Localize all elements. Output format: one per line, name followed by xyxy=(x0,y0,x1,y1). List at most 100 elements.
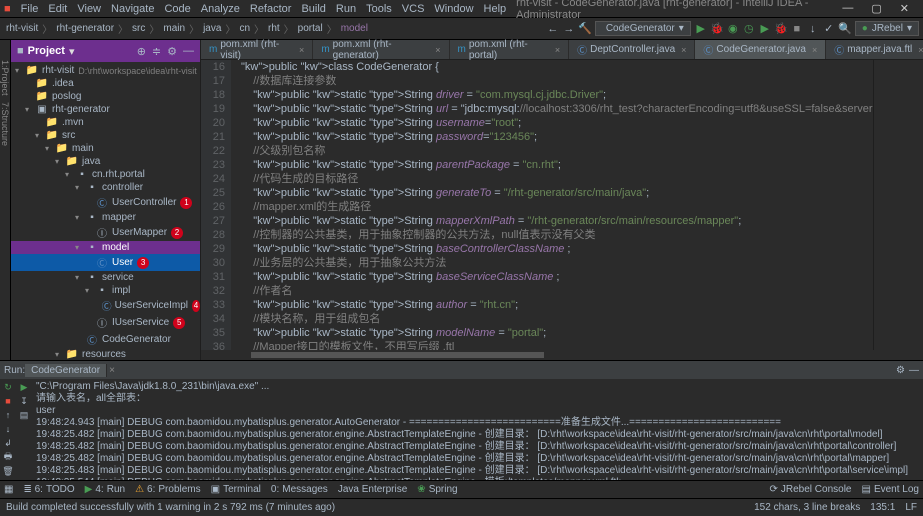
tree-item[interactable]: ⒸUserServiceImpl4 xyxy=(11,297,200,314)
filter-icon[interactable]: ▤ xyxy=(18,409,30,421)
jrebel-run-icon[interactable]: ▶ xyxy=(759,23,771,35)
editor-tab[interactable]: ⒸDeptController.java× xyxy=(569,40,695,59)
editor-tab[interactable]: ⒸCodeGenerator.java× xyxy=(695,40,826,59)
coverage-icon[interactable]: ◉ xyxy=(727,23,739,35)
gear-icon[interactable]: ⚙ xyxy=(167,45,177,58)
tab-close-icon[interactable]: × xyxy=(109,365,115,376)
tab-close-icon[interactable]: × xyxy=(555,45,560,55)
tw-gear-icon[interactable]: ⚙ xyxy=(896,365,905,376)
tree-item[interactable]: ▾📁java xyxy=(11,155,200,168)
tree-item[interactable]: ▾📁src xyxy=(11,129,200,142)
menu-run[interactable]: Run xyxy=(336,3,356,15)
run-icon[interactable]: ▶ xyxy=(695,23,707,35)
tree-item[interactable]: ▾▣rht-generator xyxy=(11,103,200,116)
collapse-icon[interactable]: ≑ xyxy=(152,45,161,58)
print-icon[interactable]: 🖶 xyxy=(2,451,14,463)
back-icon[interactable]: ← xyxy=(547,23,559,35)
structure-tab[interactable]: 7:Structure xyxy=(0,102,10,146)
menu-window[interactable]: Window xyxy=(434,3,473,15)
scroll-icon[interactable]: ↧ xyxy=(18,395,30,407)
tree-item[interactable]: 📁.idea xyxy=(11,77,200,90)
tree-item[interactable]: ▾📁resources xyxy=(11,348,200,360)
stop-icon[interactable]: ■ xyxy=(791,23,803,35)
editor-tab[interactable]: mpom.xml (rht-generator)× xyxy=(313,40,449,59)
tw-hide-icon[interactable]: — xyxy=(909,365,919,376)
editor-tab[interactable]: mpom.xml (rht-visit)× xyxy=(201,40,313,59)
maximize-icon[interactable]: ▢ xyxy=(871,2,881,15)
tree-item[interactable]: ▾▪controller xyxy=(11,181,200,194)
tree-item[interactable]: ▾▪impl xyxy=(11,284,200,297)
code-content[interactable]: "kw">public "kw">class CodeGenerator { /… xyxy=(231,60,873,350)
select-open-icon[interactable]: ⊕ xyxy=(137,45,146,58)
tree-root[interactable]: ▾📁 rht-visit D:\rht\workspace\idea\rht-v… xyxy=(11,64,200,77)
menu-analyze[interactable]: Analyze xyxy=(201,3,240,15)
terminal-tab[interactable]: ▣ Terminal xyxy=(211,484,261,495)
tree-item[interactable]: ▾▪mapper xyxy=(11,211,200,224)
tree-item[interactable]: ▾▪cn.rht.portal xyxy=(11,168,200,181)
up-icon[interactable]: ↑ xyxy=(2,409,14,421)
hammer-icon[interactable]: 🔨 xyxy=(579,23,591,35)
project-tree[interactable]: ▾📁 rht-visit D:\rht\workspace\idea\rht-v… xyxy=(11,62,200,360)
tab-close-icon[interactable]: × xyxy=(812,45,817,55)
jrebel-debug-icon[interactable]: 🐞 xyxy=(775,23,787,35)
tree-item[interactable]: ⒸUser3 xyxy=(11,254,200,271)
editor-tab[interactable]: mpom.xml (rht-portal)× xyxy=(450,40,570,59)
h-scrollbar[interactable] xyxy=(201,350,923,360)
rerun-icon[interactable]: ↻ xyxy=(2,381,14,393)
wrap-icon[interactable]: ↲ xyxy=(2,437,14,449)
tab-close-icon[interactable]: × xyxy=(681,45,686,55)
vcs-commit-icon[interactable]: ✓ xyxy=(823,23,835,35)
menu-edit[interactable]: Edit xyxy=(48,3,67,15)
messages-tab[interactable]: 0: Messages xyxy=(271,484,328,495)
trash-icon[interactable]: 🗑 xyxy=(2,465,14,477)
hide-icon[interactable]: — xyxy=(183,45,194,58)
tw-icon[interactable]: ▦ xyxy=(4,484,13,495)
search-icon[interactable]: 🔍 xyxy=(839,23,851,35)
jrebel-select[interactable]: ●JRebel▾ xyxy=(855,21,919,36)
play-icon[interactable]: ▶ xyxy=(18,381,30,393)
jrebel-console[interactable]: ⟳ JRebel Console xyxy=(770,484,852,495)
tree-item[interactable]: 📁.mvn xyxy=(11,116,200,129)
menu-file[interactable]: File xyxy=(21,3,39,15)
menu-code[interactable]: Code xyxy=(164,3,190,15)
todo-tab[interactable]: ≣ 6: TODO xyxy=(23,484,74,495)
menu-refactor[interactable]: Refactor xyxy=(250,3,292,15)
menu-navigate[interactable]: Navigate xyxy=(111,3,154,15)
profile-icon[interactable]: ◷ xyxy=(743,23,755,35)
menu-help[interactable]: Help xyxy=(484,3,507,15)
vcs-update-icon[interactable]: ↓ xyxy=(807,23,819,35)
project-tab[interactable]: 1:Project xyxy=(0,60,10,96)
tree-item[interactable]: 📁poslog xyxy=(11,90,200,103)
tree-item[interactable]: ⒾIUserService5 xyxy=(11,314,200,331)
tab-close-icon[interactable]: × xyxy=(435,45,440,55)
run-bottom-tab[interactable]: ▶ 4: Run xyxy=(85,484,125,495)
tree-item[interactable]: ▾▪model xyxy=(11,241,200,254)
javaee-tab[interactable]: Java Enterprise xyxy=(338,484,407,495)
editor-tab[interactable]: Ⓒmapper.java.ftl× xyxy=(826,40,923,59)
console-output[interactable]: "C:\Program Files\Java\jdk1.8.0_231\bin\… xyxy=(32,379,923,480)
run-tab[interactable]: CodeGenerator xyxy=(25,364,107,377)
menu-tools[interactable]: Tools xyxy=(366,3,392,15)
menu-build[interactable]: Build xyxy=(301,3,325,15)
tree-item[interactable]: ▾▪service xyxy=(11,271,200,284)
tab-close-icon[interactable]: × xyxy=(918,45,923,55)
down-icon[interactable]: ↓ xyxy=(2,423,14,435)
minimize-icon[interactable]: — xyxy=(842,2,853,15)
minimap[interactable] xyxy=(873,60,923,350)
bc-root[interactable]: rht-visit xyxy=(4,23,40,34)
problems-tab[interactable]: ⚠ 6: Problems xyxy=(135,484,201,495)
event-log[interactable]: ▤ Event Log xyxy=(862,484,920,495)
tree-item[interactable]: ▾📁main xyxy=(11,142,200,155)
close-icon[interactable]: ✕ xyxy=(900,2,909,15)
tree-item[interactable]: ⒾUserMapper2 xyxy=(11,224,200,241)
menu-view[interactable]: View xyxy=(77,3,101,15)
line-sep[interactable]: LF xyxy=(905,502,917,513)
tree-item[interactable]: ⒸUserController1 xyxy=(11,194,200,211)
tab-close-icon[interactable]: × xyxy=(299,45,304,55)
tree-item[interactable]: ⒸCodeGenerator xyxy=(11,331,200,348)
debug-icon[interactable]: 🐞 xyxy=(711,23,723,35)
menu-vcs[interactable]: VCS xyxy=(402,3,425,15)
run-config-select[interactable]: CodeGenerator▾ xyxy=(595,21,691,36)
forward-icon[interactable]: → xyxy=(563,23,575,35)
spring-tab[interactable]: ❀ Spring xyxy=(417,484,457,495)
